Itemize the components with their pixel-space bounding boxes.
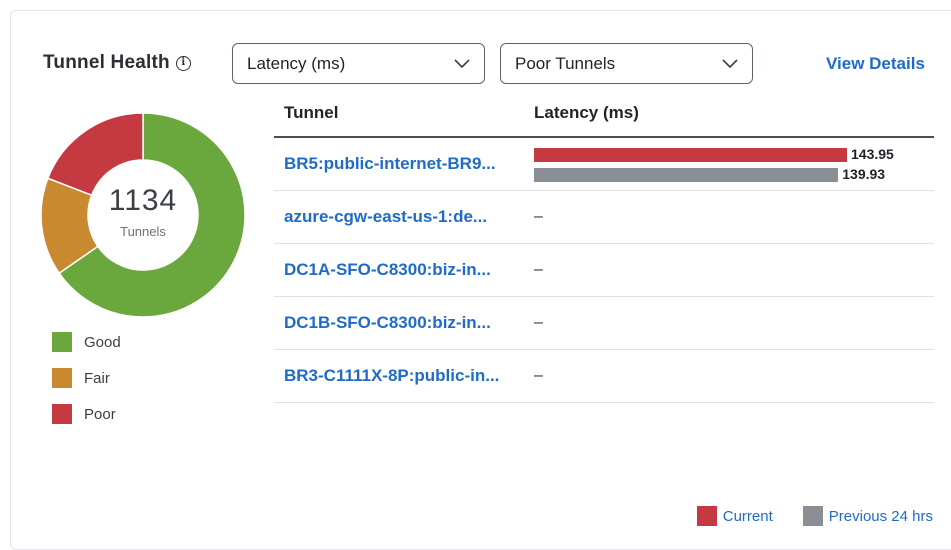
chevron-down-icon bbox=[454, 58, 470, 68]
scope-dropdown[interactable]: Poor Tunnels bbox=[500, 43, 753, 84]
table-row: BR5:public-internet-BR9... 143.95 139.93 bbox=[274, 138, 934, 191]
table-row: azure-cgw-east-us-1:de... – bbox=[274, 191, 934, 244]
bar-legend-label-current: Current bbox=[722, 507, 773, 525]
tunnel-health-donut: 1134 Tunnels bbox=[40, 112, 246, 318]
legend-label-fair: Fair bbox=[84, 369, 110, 387]
latency-value: – bbox=[534, 367, 543, 384]
latency-value: – bbox=[534, 208, 543, 225]
latency-value: – bbox=[534, 314, 543, 331]
bar-legend-previous[interactable]: Previous 24 hrs bbox=[802, 506, 933, 526]
table-row: BR3-C1111X-8P:public-in... – bbox=[274, 350, 934, 403]
donut-total: 1134 bbox=[108, 183, 178, 217]
scope-dropdown-value: Poor Tunnels bbox=[515, 53, 616, 73]
legend-item-poor[interactable]: Poor bbox=[52, 404, 121, 424]
tunnel-link[interactable]: BR3-C1111X-8P:public-in... bbox=[284, 366, 499, 386]
tunnel-link[interactable]: DC1B-SFO-C8300:biz-in... bbox=[284, 313, 491, 333]
donut-center: 1134 Tunnels bbox=[40, 112, 246, 318]
column-header-latency[interactable]: Latency (ms) bbox=[534, 103, 639, 123]
view-details-link[interactable]: View Details bbox=[826, 54, 925, 74]
legend-label-poor: Poor bbox=[84, 405, 116, 423]
legend-label-good: Good bbox=[84, 333, 121, 351]
table-row: DC1B-SFO-C8300:biz-in... – bbox=[274, 297, 934, 350]
legend-swatch-fair bbox=[52, 368, 72, 388]
bar-legend-swatch-previous bbox=[802, 506, 823, 526]
bar-legend-current[interactable]: Current bbox=[696, 506, 773, 526]
metric-dropdown[interactable]: Latency (ms) bbox=[232, 43, 485, 84]
bar-legend: Current Previous 24 hrs bbox=[667, 506, 933, 526]
column-header-tunnel[interactable]: Tunnel bbox=[284, 103, 338, 123]
chevron-down-icon bbox=[722, 58, 738, 68]
tunnel-link[interactable]: BR5:public-internet-BR9... bbox=[284, 154, 496, 174]
metric-dropdown-value: Latency (ms) bbox=[247, 53, 346, 73]
bar-previous-value: 139.93 bbox=[842, 166, 886, 182]
info-icon[interactable]: i bbox=[175, 55, 191, 71]
table-header: Tunnel Latency (ms) bbox=[274, 100, 934, 138]
widget-title-text: Tunnel Health bbox=[43, 52, 170, 73]
legend-swatch-good bbox=[52, 332, 72, 352]
bar-legend-label-previous: Previous 24 hrs bbox=[828, 507, 933, 525]
legend-item-good[interactable]: Good bbox=[52, 332, 121, 352]
legend-swatch-poor bbox=[52, 404, 72, 424]
bar-legend-swatch-current bbox=[696, 506, 717, 526]
bar-current[interactable] bbox=[534, 148, 847, 162]
tunnel-link[interactable]: azure-cgw-east-us-1:de... bbox=[284, 207, 487, 227]
legend-item-fair[interactable]: Fair bbox=[52, 368, 121, 388]
latency-value: – bbox=[534, 261, 543, 278]
bar-previous[interactable] bbox=[534, 168, 839, 182]
tunnel-link[interactable]: DC1A-SFO-C8300:biz-in... bbox=[284, 260, 491, 280]
donut-total-label: Tunnels bbox=[120, 223, 166, 239]
table-row: DC1A-SFO-C8300:biz-in... – bbox=[274, 244, 934, 297]
widget-title: Tunnel Health i bbox=[43, 52, 191, 74]
bar-current-value: 143.95 bbox=[851, 146, 894, 162]
donut-legend: Good Fair Poor bbox=[52, 332, 121, 440]
